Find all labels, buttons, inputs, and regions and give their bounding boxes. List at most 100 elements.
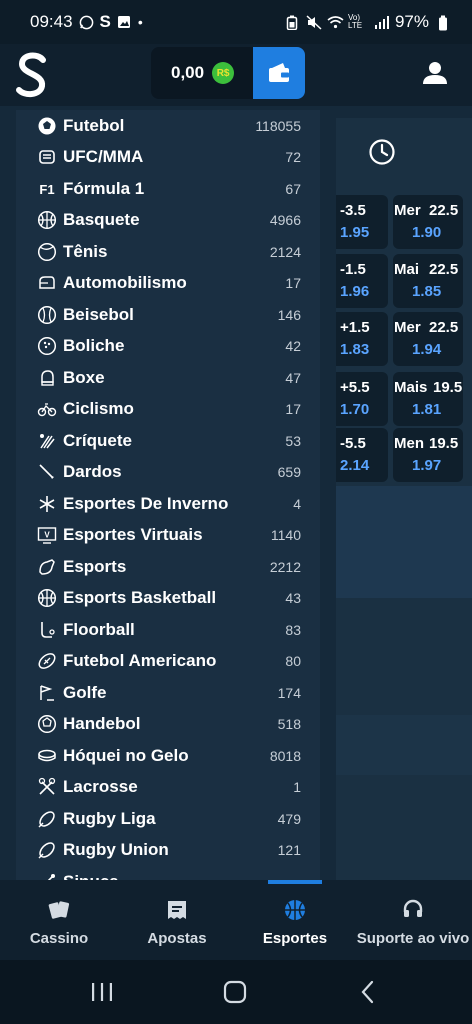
odd-label: Mai <box>394 261 420 278</box>
event-card <box>336 486 472 598</box>
odds-row: +1.5 1.83 Mer 22.5 1.94 <box>336 312 472 366</box>
sport-count: 121 <box>277 842 301 858</box>
sport-item-handebol[interactable]: Handebol 518 <box>16 709 320 740</box>
esports-basketball-icon <box>37 588 57 608</box>
recent-apps-icon[interactable] <box>88 978 116 1006</box>
sport-item-boliche[interactable]: Boliche 42 <box>16 331 320 362</box>
nav-sports-label: Esportes <box>262 930 328 947</box>
sport-item-tênis[interactable]: Tênis 2124 <box>16 236 320 267</box>
virtual-sports-icon: V <box>37 525 57 545</box>
network-label: Vo) LTE <box>347 13 363 30</box>
whatsapp-icon <box>79 15 94 30</box>
odd-label: Mer <box>394 319 421 336</box>
cricket-icon <box>37 431 57 451</box>
bottom-nav: Cassino Apostas Esportes Suporte ao vivo <box>0 880 472 960</box>
odd-button[interactable]: +1.5 1.83 <box>336 312 388 366</box>
sport-item-boxe[interactable]: Boxe 47 <box>16 362 320 393</box>
odd-value: 1.83 <box>340 341 370 358</box>
sport-count: 67 <box>285 180 301 197</box>
american-football-icon <box>37 651 57 671</box>
sport-item-ufc-mma[interactable]: UFC/MMA 72 <box>16 142 320 173</box>
cycling-icon <box>37 399 57 419</box>
ticket-icon <box>168 901 186 919</box>
odd-button[interactable]: Mer 22.5 1.94 <box>393 312 463 366</box>
s-app-icon: S <box>99 12 111 31</box>
sport-item-automobilismo[interactable]: Automobilismo 17 <box>16 268 320 299</box>
sport-item-golfe[interactable]: Golfe 174 <box>16 677 320 708</box>
gallery-icon <box>117 15 132 30</box>
sport-item-basquete[interactable]: Basquete 4966 <box>16 205 320 236</box>
nav-casino[interactable]: Cassino <box>22 880 96 960</box>
odd-button[interactable]: Mai 22.5 1.85 <box>393 254 463 308</box>
headset-icon <box>403 899 423 917</box>
nav-sports[interactable]: Esportes <box>258 880 332 960</box>
nav-support[interactable]: Suporte ao vivo <box>356 880 470 960</box>
user-profile-icon[interactable] <box>422 60 448 86</box>
odd-value: 1.81 <box>412 401 442 418</box>
odd-label: Mer <box>394 202 421 219</box>
odd-value: 1.97 <box>412 457 442 474</box>
sport-item-críquete[interactable]: Críquete 53 <box>16 425 320 456</box>
odd-line: 22.5 <box>429 261 459 278</box>
odds-row: +5.5 1.70 Mais 19.5 1.81 <box>336 372 472 426</box>
odd-button[interactable]: +5.5 1.70 <box>336 372 388 426</box>
sport-label: Automobilismo <box>63 273 187 292</box>
sport-item-futebol-americano[interactable]: Futebol Americano 80 <box>16 646 320 677</box>
sport-count: 17 <box>285 275 301 291</box>
balance-widget[interactable]: 0,00 R$ <box>151 47 305 99</box>
nav-bets[interactable]: Apostas <box>140 880 214 960</box>
sport-count: 53 <box>285 432 301 449</box>
sport-item-rugby-union[interactable]: Rugby Union 121 <box>16 835 320 866</box>
ice-hockey-icon <box>37 746 57 766</box>
currency-badge: R$ <box>212 62 235 84</box>
basketball-icon <box>285 900 305 920</box>
sport-label: Basquete <box>63 210 140 229</box>
sport-item-floorball[interactable]: Floorball 83 <box>16 614 320 645</box>
sport-count: 659 <box>277 464 301 480</box>
sport-label: Golfe <box>63 682 107 702</box>
baseball-icon <box>37 305 57 325</box>
back-icon[interactable] <box>354 978 382 1006</box>
odd-button[interactable]: -1.5 1.96 <box>336 254 388 308</box>
sport-item-esports[interactable]: Esports 2212 <box>16 551 320 582</box>
motorsport-icon <box>37 273 57 293</box>
sport-label: Lacrosse <box>63 777 138 796</box>
sport-count: 83 <box>285 621 301 638</box>
clock-icon[interactable] <box>368 138 396 166</box>
sport-count: 2212 <box>269 558 301 575</box>
sport-item-esports-basketball[interactable]: Esports Basketball 43 <box>16 583 320 614</box>
odd-button[interactable]: -3.5 1.95 <box>336 195 388 249</box>
sport-item-esportes-de-inverno[interactable]: Esportes De Inverno 4 <box>16 488 320 519</box>
sport-count: 17 <box>285 401 301 417</box>
sport-item-futebol[interactable]: Futebol 118055 <box>16 110 320 141</box>
odd-button[interactable]: Men 19.5 1.97 <box>393 428 463 482</box>
floorball-icon <box>37 620 57 640</box>
basketball-icon <box>37 210 57 230</box>
sport-label: Ciclismo <box>63 399 134 418</box>
wifi-icon <box>327 15 344 30</box>
brand-logo-icon[interactable] <box>14 50 50 100</box>
sport-label: Futebol <box>63 115 125 135</box>
sport-item-sinuca[interactable]: Sinuca <box>16 866 320 880</box>
sport-item-lacrosse[interactable]: Lacrosse 1 <box>16 772 320 803</box>
esports-icon <box>37 557 57 577</box>
sport-item-beisebol[interactable]: Beisebol 146 <box>16 299 320 330</box>
odd-line: 22.5 <box>429 202 459 219</box>
wallet-button[interactable] <box>253 47 305 99</box>
sport-item-rugby-liga[interactable]: Rugby Liga 479 <box>16 803 320 834</box>
odd-button[interactable]: Mais 19.5 1.81 <box>393 372 463 426</box>
odd-value: 1.90 <box>412 224 442 241</box>
sport-count: 1 <box>293 779 301 795</box>
home-icon[interactable] <box>221 978 249 1006</box>
sport-item-ciclismo[interactable]: Ciclismo 17 <box>16 394 320 425</box>
sport-item-dardos[interactable]: Dardos 659 <box>16 457 320 488</box>
odd-button[interactable]: -5.5 2.14 <box>336 428 388 482</box>
odd-button[interactable]: Mer 22.5 1.90 <box>393 195 463 249</box>
odd-line: -1.5 <box>340 261 366 278</box>
handball-icon <box>37 714 57 734</box>
odd-value: 1.70 <box>340 401 370 418</box>
sport-item-fórmula-1[interactable]: F1 Fórmula 1 67 <box>16 173 320 204</box>
sport-item-esportes-virtuais[interactable]: V Esportes Virtuais 1140 <box>16 520 320 551</box>
nav-support-label: Suporte ao vivo <box>356 930 470 947</box>
sport-item-hóquei-no-gelo[interactable]: Hóquei no Gelo 8018 <box>16 740 320 771</box>
